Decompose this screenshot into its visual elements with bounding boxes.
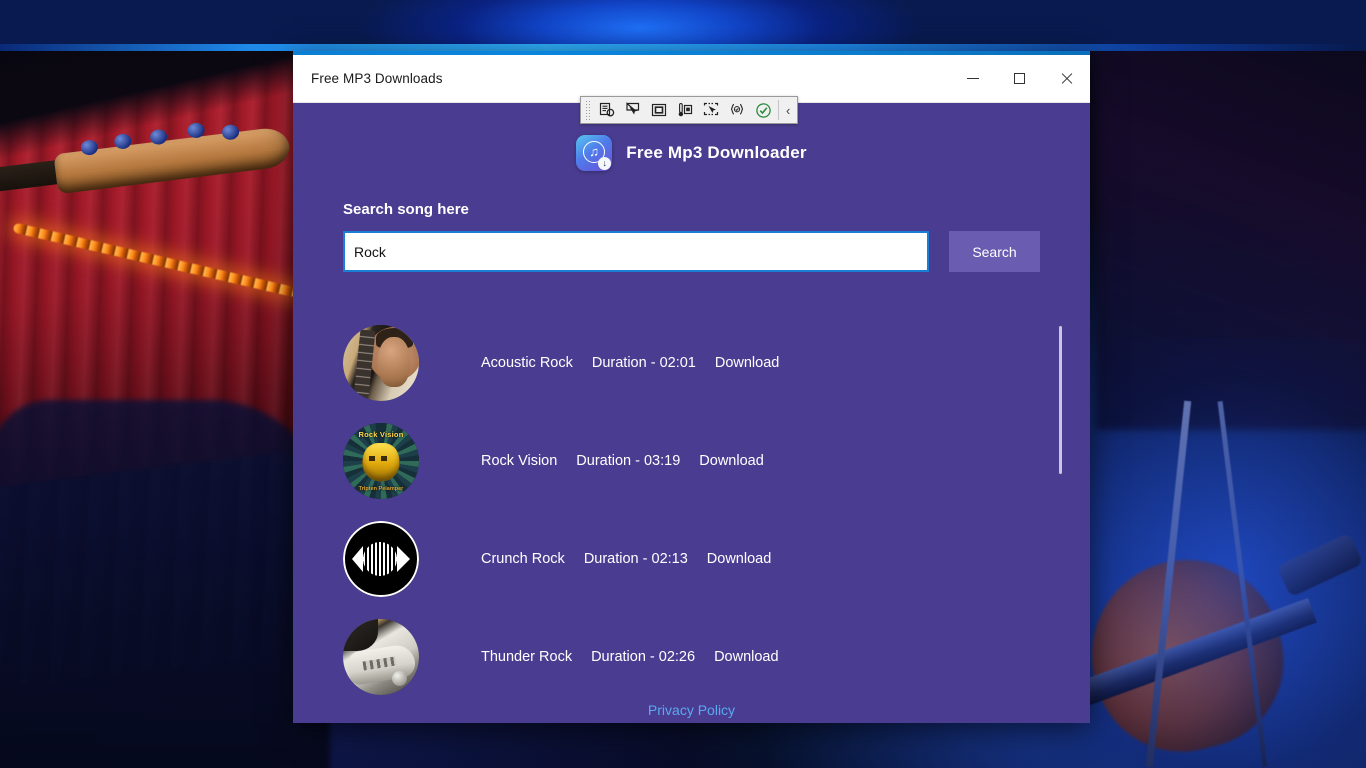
window-title: Free MP3 Downloads xyxy=(311,71,443,86)
song-title: Thunder Rock xyxy=(481,649,573,665)
toolbar-drag-handle[interactable] xyxy=(585,100,592,120)
download-link[interactable]: Download xyxy=(707,551,772,567)
app-logo-icon: ♫ ↓ xyxy=(576,135,613,171)
performer-silhouette-right xyxy=(1096,0,1366,430)
validate-check-icon[interactable] xyxy=(750,98,776,122)
song-title: Acoustic Rock xyxy=(481,355,573,371)
toolbar-separator xyxy=(778,100,779,120)
song-thumbnail-crunch-rock xyxy=(343,521,419,597)
download-badge-icon: ↓ xyxy=(598,157,612,170)
search-results-list: Acoustic Rock Duration - 02:01 Download … xyxy=(293,314,1090,706)
song-list-item[interactable]: Thunder Rock Duration - 02:26 Download xyxy=(343,608,1090,706)
song-duration: Duration - 02:26 xyxy=(591,649,696,665)
top-light-band xyxy=(0,44,1366,51)
song-title: Crunch Rock xyxy=(481,551,565,567)
microphone-stand-secondary xyxy=(1217,401,1268,767)
song-list-item[interactable]: Rock Vision Tripten Pelamper Rock Vision… xyxy=(343,412,1090,510)
search-button[interactable]: Search xyxy=(949,231,1040,272)
search-section: Search song here Search xyxy=(293,171,1090,272)
song-thumbnail-thunder-rock xyxy=(343,619,419,695)
acoustic-guitar-headstock xyxy=(1276,532,1364,598)
song-duration: Duration - 02:01 xyxy=(591,355,696,371)
top-stage-light xyxy=(0,0,1366,50)
acoustic-guitar-body xyxy=(1071,539,1303,768)
minimize-button[interactable] xyxy=(949,55,996,102)
focus-rectangle-icon[interactable] xyxy=(646,98,672,122)
search-row: Search xyxy=(343,231,1040,272)
album-art-top-text: Rock Vision xyxy=(358,429,404,439)
inspect-toolbar[interactable]: ‹ xyxy=(580,96,799,124)
close-icon xyxy=(1060,72,1073,85)
drag-select-icon[interactable] xyxy=(698,98,724,122)
window-controls xyxy=(949,55,1090,102)
song-meta: Rock Vision Duration - 03:19 Download xyxy=(481,453,764,469)
music-note-icon: ♫ xyxy=(589,144,600,159)
footer: Privacy Policy xyxy=(293,702,1090,720)
download-link[interactable]: Download xyxy=(699,453,764,469)
song-meta: Crunch Rock Duration - 02:13 Download xyxy=(481,551,771,567)
minimize-icon xyxy=(966,78,979,79)
performer-silhouette-left xyxy=(0,400,330,768)
select-cursor-icon[interactable] xyxy=(620,98,646,122)
collapse-chevron-icon[interactable]: ‹ xyxy=(781,103,795,118)
maximize-icon xyxy=(1014,73,1025,84)
inspect-properties-icon[interactable] xyxy=(594,98,620,122)
microphone-stand xyxy=(1145,400,1192,768)
probe-thermometer-icon[interactable] xyxy=(672,98,698,122)
search-label: Search song here xyxy=(343,201,469,218)
desktop-background: Free MP3 Downloads ♫ ↓ Free Mp3 Download… xyxy=(0,0,1366,768)
bass-guitar-headstock xyxy=(53,121,292,195)
song-list-item[interactable]: Acoustic Rock Duration - 02:01 Download xyxy=(343,314,1090,412)
song-thumbnail-acoustic-rock xyxy=(343,325,419,401)
download-link[interactable]: Download xyxy=(715,355,780,371)
song-list-item[interactable]: Crunch Rock Duration - 02:13 Download xyxy=(343,510,1090,608)
bass-guitar-neck xyxy=(0,158,77,196)
song-meta: Acoustic Rock Duration - 02:01 Download xyxy=(481,355,779,371)
song-thumbnail-rock-vision: Rock Vision Tripten Pelamper xyxy=(343,423,419,499)
download-link[interactable]: Download xyxy=(714,649,779,665)
scrollbar-thumb[interactable] xyxy=(1059,326,1062,474)
app-title: Free Mp3 Downloader xyxy=(626,143,807,162)
code-braces-icon[interactable] xyxy=(724,98,750,122)
maximize-button[interactable] xyxy=(996,55,1043,102)
song-meta: Thunder Rock Duration - 02:26 Download xyxy=(481,649,779,665)
keyboard-silhouette xyxy=(0,450,321,690)
app-window: Free MP3 Downloads ♫ ↓ Free Mp3 Download… xyxy=(293,51,1090,723)
album-art-bottom-text: Tripten Pelamper xyxy=(358,486,404,493)
song-duration: Duration - 02:13 xyxy=(583,551,688,567)
privacy-policy-link[interactable]: Privacy Policy xyxy=(648,702,735,718)
search-input[interactable] xyxy=(343,231,929,272)
close-button[interactable] xyxy=(1043,55,1090,102)
acoustic-guitar-neck xyxy=(1073,598,1317,708)
app-content: ♫ ↓ Free Mp3 Downloader Search song here… xyxy=(293,103,1090,723)
stage-led-strip xyxy=(12,222,298,298)
song-title: Rock Vision xyxy=(481,453,558,469)
song-duration: Duration - 03:19 xyxy=(576,453,681,469)
